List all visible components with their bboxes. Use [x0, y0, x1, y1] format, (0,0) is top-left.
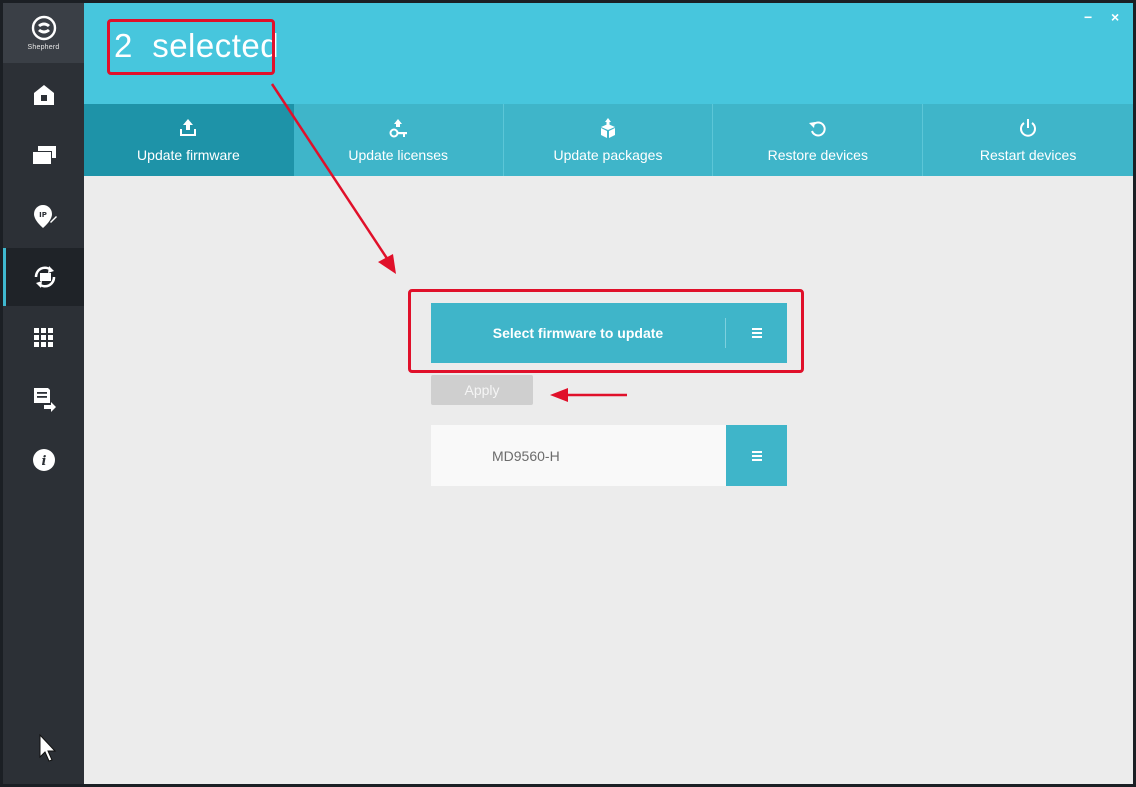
sidebar-item-grid[interactable] [3, 309, 84, 367]
upload-icon [180, 119, 197, 136]
annotation-box-select-firmware [408, 289, 804, 373]
minimize-button[interactable]: − [1084, 9, 1092, 25]
grid-icon [33, 328, 53, 347]
license-icon [389, 119, 408, 138]
mouse-cursor-icon [39, 733, 57, 762]
device-row: MD9560-H [431, 425, 787, 486]
tab-label: Restart devices [979, 147, 1077, 163]
close-button[interactable]: × [1111, 9, 1119, 25]
ip-icon: IP [33, 205, 57, 228]
devices-icon [31, 146, 56, 165]
sidebar: Shepherd IP i [3, 3, 84, 784]
package-icon [600, 118, 615, 138]
power-icon [1020, 119, 1037, 137]
shepherd-logo-icon [31, 15, 56, 41]
app-window: Shepherd IP i 2 selected − × Update firm… [3, 3, 1133, 784]
sidebar-item-home[interactable] [3, 66, 84, 124]
update-icon [34, 266, 56, 288]
tab-update-firmware[interactable]: Update firmware [84, 104, 294, 176]
app-logo[interactable]: Shepherd [3, 3, 84, 63]
tab-update-licenses[interactable]: Update licenses [294, 104, 504, 176]
home-icon [33, 85, 54, 105]
apply-button[interactable]: Apply [431, 375, 533, 405]
annotation-box-selected [107, 19, 275, 75]
restore-icon [808, 121, 826, 137]
device-menu-button[interactable] [726, 425, 787, 486]
sidebar-item-ip[interactable]: IP [3, 187, 84, 245]
menu-icon [751, 450, 762, 461]
svg-text:IP: IP [39, 211, 47, 219]
tab-label: Update packages [553, 147, 663, 163]
svg-text:i: i [41, 454, 46, 469]
tab-label: Restore devices [767, 147, 868, 163]
sidebar-item-update[interactable] [3, 248, 84, 306]
tab-restart-devices[interactable]: Restart devices [923, 104, 1133, 176]
action-tabs: Update firmware Update licenses Update p… [84, 104, 1133, 176]
logo-text: Shepherd [27, 44, 60, 51]
tab-update-packages[interactable]: Update packages [504, 104, 714, 176]
info-icon: i [32, 449, 55, 471]
sidebar-item-export[interactable] [3, 370, 84, 428]
sidebar-item-devices[interactable] [3, 126, 84, 184]
sidebar-item-info[interactable]: i [3, 431, 84, 489]
tab-restore-devices[interactable]: Restore devices [713, 104, 924, 176]
export-icon [33, 388, 56, 412]
tab-label: Update firmware [137, 147, 240, 163]
device-name: MD9560-H [492, 447, 560, 464]
tab-label: Update licenses [348, 147, 448, 163]
